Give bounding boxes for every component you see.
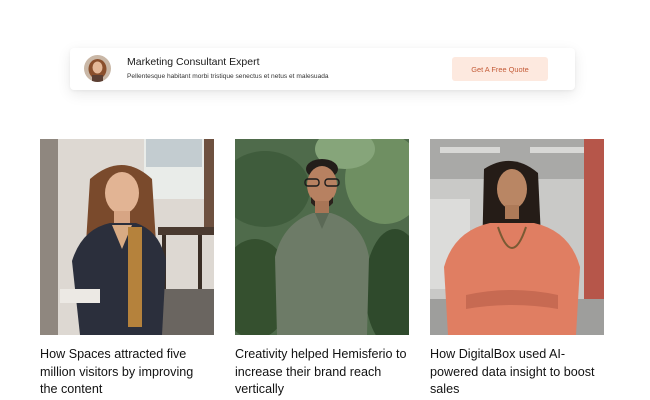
article-image-woman-blazer[interactable] (40, 139, 214, 335)
article-title[interactable]: Creativity helped Hemisferio to increase… (235, 346, 409, 399)
consultant-avatar (84, 55, 111, 82)
consultant-card: Marketing Consultant Expert Pellentesque… (70, 48, 575, 90)
article-image-woman-coral[interactable] (430, 139, 604, 335)
article-title[interactable]: How Spaces attracted five million visito… (40, 346, 214, 399)
consultant-title: Marketing Consultant Expert (127, 56, 260, 68)
consultant-subtitle: Pellentesque habitant morbi tristique se… (127, 73, 329, 80)
article-title[interactable]: How DigitalBox used AI-powered data insi… (430, 346, 604, 399)
article-card[interactable]: Creativity helped Hemisferio to increase… (235, 139, 409, 399)
get-quote-button[interactable]: Get A Free Quote (452, 57, 548, 81)
article-image-man-polo[interactable] (235, 139, 409, 335)
consultant-info: Marketing Consultant Expert Pellentesque… (127, 56, 329, 81)
article-card[interactable]: How DigitalBox used AI-powered data insi… (430, 139, 604, 399)
article-card[interactable]: How Spaces attracted five million visito… (40, 139, 214, 399)
